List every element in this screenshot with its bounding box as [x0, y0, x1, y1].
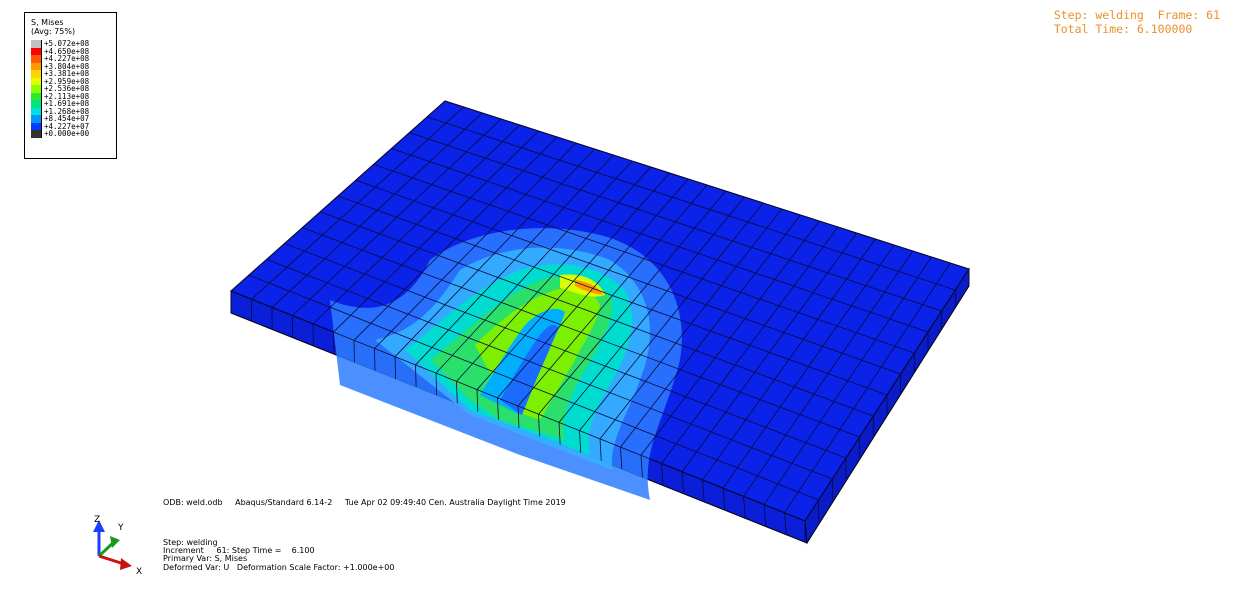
odb-date: Tue Apr 02 09:49:40 Cen. Australia Dayli…	[344, 498, 566, 507]
status-block: Step: welding Increment 61: Step Time = 6…	[163, 538, 395, 572]
y-axis-label: Y	[117, 523, 124, 533]
odb-info: ODB: weld.odb Abaqus/Standard 6.14-2 Tue…	[163, 498, 576, 507]
solver-version: Abaqus/Standard 6.14-2	[235, 498, 333, 507]
axis-triad: Z Y X	[93, 515, 142, 577]
x-axis-label: X	[136, 567, 142, 577]
odb-filename: ODB: weld.odb	[163, 498, 223, 507]
model-viewport[interactable]	[0, 0, 1234, 611]
status-deformed-var: Deformed Var: U Deformation Scale Factor…	[163, 562, 395, 572]
viewport[interactable]: S, Mises (Avg: 75%) +5.072e+08 +4.650e+08…	[0, 0, 1234, 611]
z-axis-label: Z	[94, 515, 100, 525]
